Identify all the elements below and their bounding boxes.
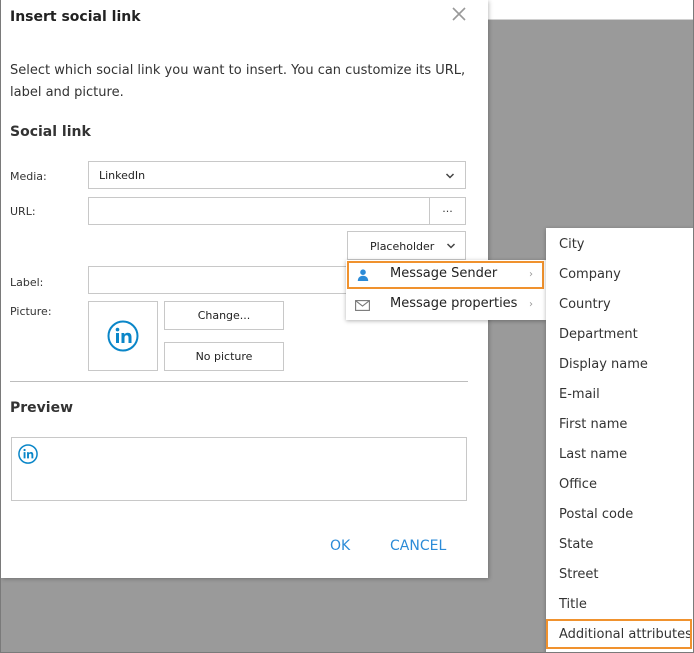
placeholder-dropdown-button[interactable]: Placeholder [347,231,466,260]
dialog-title: Insert social link [10,9,141,25]
ok-button[interactable]: OK [330,538,350,554]
submenu-item-country[interactable]: Country [546,290,694,320]
chevron-right-icon: › [529,269,533,280]
submenu-item-postal-code[interactable]: Postal code [546,500,694,530]
linkedin-icon [18,444,38,464]
media-select[interactable]: LinkedIn [88,161,466,189]
message-sender-submenu: City Company Country Department Display … [546,228,694,653]
envelope-icon [355,300,370,311]
submenu-item-label: Additional attributes [559,627,692,642]
screenshot-border-left [0,0,1,653]
url-input[interactable] [88,197,430,225]
media-select-value: LinkedIn [99,169,146,182]
person-icon [357,269,369,281]
submenu-item-email[interactable]: E-mail [546,380,694,410]
chevron-down-icon [446,243,456,249]
placeholder-button-label: Placeholder [370,240,435,253]
submenu-item-display-name[interactable]: Display name [546,350,694,380]
submenu-item-additional-attributes[interactable]: Additional attributes [546,620,694,650]
preview-heading: Preview [10,400,74,416]
submenu-item-office[interactable]: Office [546,470,694,500]
submenu-item-label: Office [559,477,597,492]
change-picture-button[interactable]: Change... [164,301,284,330]
chevron-down-icon [445,173,455,179]
label-field-label: Label: [10,276,44,289]
placeholder-menu: Message Sender › Message properties › [346,260,546,320]
social-link-heading: Social link [10,124,91,140]
submenu-item-city[interactable]: City [546,230,694,260]
submenu-item-first-name[interactable]: First name [546,410,694,440]
submenu-item-last-name[interactable]: Last name [546,440,694,470]
cancel-button[interactable]: CANCEL [390,538,446,554]
preview-box [11,437,467,501]
submenu-item-label: Postal code [559,507,634,522]
background-top-divider [488,19,694,20]
submenu-item-label: First name [559,417,628,432]
submenu-item-label: Company [559,267,621,282]
submenu-item-label: State [559,537,594,552]
picture-label: Picture: [10,305,52,318]
picture-thumbnail [88,301,158,371]
url-label: URL: [10,205,36,218]
submenu-item-label: Title [559,597,587,612]
url-browse-button[interactable]: ... [429,197,466,225]
close-icon[interactable] [450,5,468,23]
submenu-item-label: E-mail [559,387,600,402]
submenu-item-label: Department [559,327,638,342]
menu-item-label: Message Sender [390,266,498,281]
menu-item-message-properties[interactable]: Message properties › [346,290,546,320]
submenu-item-department[interactable]: Department [546,320,694,350]
menu-item-message-sender[interactable]: Message Sender › [346,260,546,290]
no-picture-button[interactable]: No picture [164,342,284,371]
submenu-item-street[interactable]: Street [546,560,694,590]
chevron-right-icon: › [529,299,533,310]
dialog-intro-text: Select which social link you want to ins… [10,63,466,100]
section-divider [10,381,468,382]
media-label: Media: [10,170,47,183]
submenu-item-company[interactable]: Company [546,260,694,290]
submenu-item-label: City [559,237,585,252]
label-input[interactable] [88,266,350,294]
submenu-item-label: Last name [559,447,628,462]
linkedin-icon [107,320,139,352]
menu-item-label: Message properties [390,296,518,311]
submenu-item-label: Country [559,297,611,312]
submenu-item-label: Street [559,567,599,582]
submenu-item-title[interactable]: Title [546,590,694,620]
submenu-item-state[interactable]: State [546,530,694,560]
submenu-item-label: Display name [559,357,648,372]
